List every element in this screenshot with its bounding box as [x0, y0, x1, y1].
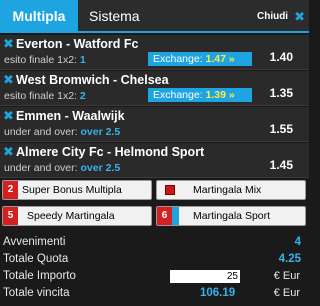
remove-bet-icon[interactable]: ✖: [3, 108, 14, 124]
bet-odd: 1.55: [269, 122, 293, 136]
bet-title: West Bromwich - Chelsea: [16, 73, 169, 87]
speedy-martingala-button[interactable]: 5 Speedy Martingala: [2, 206, 152, 226]
summary-importo: Totale Importo € Eur: [0, 269, 309, 285]
betslip-header: Multipla Sistema Chiudi ✖: [0, 0, 309, 33]
bet-row: ✖ West Bromwich - Chelsea esito finale 1…: [0, 71, 309, 106]
summary-quota: Totale Quota 4.25: [0, 252, 309, 268]
bet-market: esito finale 1x2: 1: [4, 54, 86, 66]
bet-row: ✖ Everton - Watford Fc esito finale 1x2:…: [0, 35, 309, 70]
summary-vincita: Totale vincita 106.19 € Eur: [0, 286, 309, 302]
button-label: Martingala Mix: [193, 184, 262, 196]
bet-row: ✖ Almere City Fc - Helmond Sport under a…: [0, 143, 309, 178]
martingala-mix-button[interactable]: Martingala Mix: [156, 180, 306, 200]
bet-choice: over 2.5: [80, 126, 121, 138]
bet-title: Everton - Watford Fc: [16, 37, 139, 51]
bet-market: under and over: over 2.5: [4, 162, 121, 174]
summary-value: 106.19: [200, 287, 236, 299]
exchange-value: 1.39 »: [205, 89, 235, 101]
currency-label: € Eur: [273, 270, 300, 282]
bonus-badge: 6: [157, 207, 172, 225]
summary-label: Totale vincita: [3, 287, 70, 299]
summary-value: 4.25: [278, 253, 301, 265]
bet-market: esito finale 1x2: 2: [4, 90, 86, 102]
exchange-button[interactable]: Exchange: 1.47 »: [148, 52, 252, 66]
bet-choice: 1: [79, 54, 86, 66]
bet-odd: 1.45: [269, 158, 293, 172]
bonus-badge: 2: [3, 181, 18, 199]
button-label: Speedy Martingala: [27, 210, 115, 222]
bet-odd: 1.35: [269, 86, 293, 100]
bet-choice: 2: [79, 90, 86, 102]
remove-bet-icon[interactable]: ✖: [3, 144, 14, 160]
button-label: Super Bonus Multipla: [22, 184, 122, 196]
exchange-button[interactable]: Exchange: 1.39 »: [148, 88, 252, 102]
bonus-badge: 5: [3, 207, 18, 225]
martingala-sport-button[interactable]: 6 Martingala Sport: [156, 206, 306, 226]
summary-value: 4: [294, 236, 301, 248]
close-button[interactable]: Chiudi ✖: [257, 0, 305, 33]
stake-input[interactable]: [170, 270, 240, 283]
bet-row: ✖ Emmen - Waalwijk under and over: over …: [0, 107, 309, 142]
exchange-value: 1.47 »: [205, 53, 235, 65]
currency-label: € Eur: [273, 287, 300, 299]
remove-bet-icon[interactable]: ✖: [3, 72, 14, 88]
bet-title: Almere City Fc - Helmond Sport: [16, 145, 205, 159]
close-icon[interactable]: ✖: [294, 0, 305, 33]
summary-label: Avvenimenti: [3, 236, 66, 248]
red-square-icon: [165, 185, 175, 195]
close-label: Chiudi: [256, 11, 289, 22]
blue-stripe: [172, 207, 179, 225]
super-bonus-multipla-button[interactable]: 2 Super Bonus Multipla: [2, 180, 152, 200]
tab-multipla[interactable]: Multipla: [0, 0, 78, 33]
remove-bet-icon[interactable]: ✖: [3, 36, 14, 52]
bet-title: Emmen - Waalwijk: [16, 109, 125, 123]
bet-market: under and over: over 2.5: [4, 126, 121, 138]
button-label: Martingala Sport: [193, 210, 271, 222]
summary-label: Totale Quota: [3, 253, 69, 265]
tab-sistema[interactable]: Sistema: [89, 0, 140, 33]
bet-odd: 1.40: [269, 50, 293, 64]
summary-label: Totale Importo: [3, 270, 76, 282]
summary-avvenimenti: Avvenimenti 4: [0, 235, 309, 251]
bet-choice: over 2.5: [80, 162, 121, 174]
